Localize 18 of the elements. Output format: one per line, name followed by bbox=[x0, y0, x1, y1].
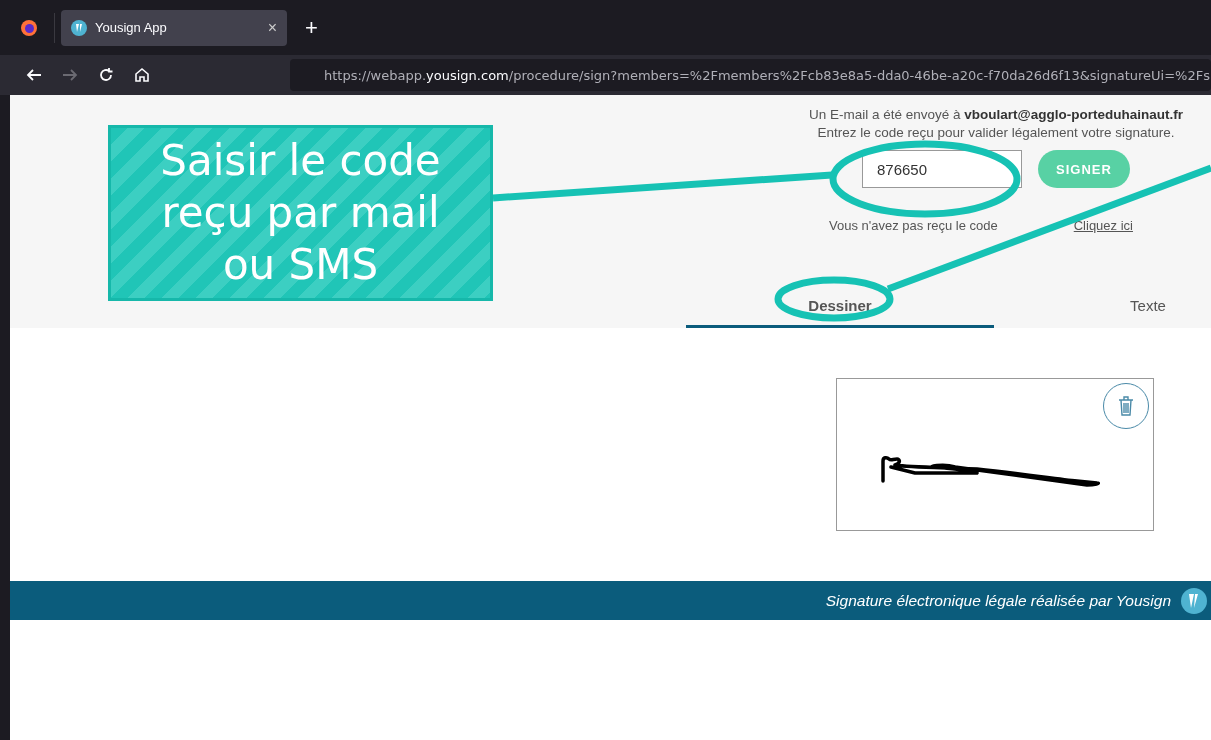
new-tab-button[interactable]: + bbox=[299, 13, 324, 42]
trash-icon bbox=[1118, 395, 1134, 417]
instruction-text: Entrez le code reçu pour valider légalement votre signature. bbox=[817, 125, 1175, 140]
annotation-callout: Saisir le code reçu par mail ou SMS bbox=[108, 125, 493, 301]
yousign-icon bbox=[71, 19, 87, 36]
browser-tab[interactable]: Yousign App × bbox=[61, 9, 287, 46]
signature-mode-tab[interactable]: Dessiner bbox=[686, 286, 994, 328]
resend-text: Vous n'avez pas reçu le code bbox=[829, 218, 998, 233]
browser-logo-icon[interactable] bbox=[20, 18, 38, 37]
yousign-icon bbox=[1181, 587, 1207, 614]
signature-mode-tab[interactable]: Texte bbox=[994, 286, 1211, 328]
close-icon[interactable]: × bbox=[267, 18, 277, 37]
resend-link[interactable]: Cliquez ici bbox=[1073, 218, 1133, 233]
signature-pad[interactable] bbox=[836, 378, 1154, 531]
code-field[interactable]: 876650 bbox=[862, 150, 1022, 188]
email-sent-message: Un E-mail a été envoyé à vboulart@agglo-porteduhainaut.fr bbox=[809, 107, 1183, 122]
delete-button[interactable] bbox=[1103, 383, 1149, 429]
footer-text: Signature électronique légale réalisée par Yousign bbox=[825, 591, 1171, 610]
